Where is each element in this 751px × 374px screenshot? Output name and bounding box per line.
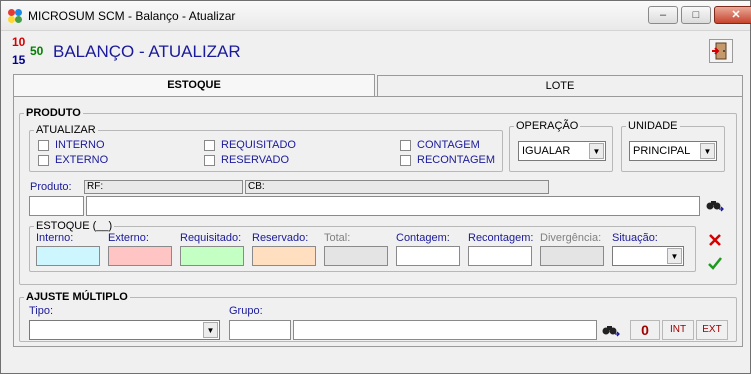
- unidade-select[interactable]: PRINCIPAL ▼: [629, 141, 717, 161]
- chevron-down-icon: ▼: [667, 248, 682, 264]
- checkbox-recontagem[interactable]: RECONTAGEM: [400, 154, 495, 166]
- tab-estoque[interactable]: ESTOQUE: [13, 74, 375, 97]
- app-logo: 10 50 15: [12, 35, 44, 67]
- rf-field: RF:: [84, 180, 243, 194]
- cancel-button[interactable]: [704, 230, 726, 250]
- search-grupo-button[interactable]: [600, 320, 622, 340]
- unidade-group: UNIDADE PRINCIPAL ▼: [621, 120, 725, 172]
- search-produto-button[interactable]: [704, 195, 726, 215]
- x-icon: [709, 234, 721, 246]
- checkbox-contagem[interactable]: CONTAGEM: [400, 139, 480, 151]
- checkbox-requisitado[interactable]: REQUISITADO: [204, 139, 296, 151]
- checkbox-reservado[interactable]: RESERVADO: [204, 154, 289, 166]
- chevron-down-icon: ▼: [203, 322, 218, 338]
- requisitado-label: Requisitado:: [180, 232, 242, 244]
- requisitado-value: [180, 246, 244, 266]
- window-title: MICROSUM SCM - Balanço - Atualizar: [28, 9, 236, 23]
- total-label: Total:: [324, 232, 351, 244]
- contagem-input[interactable]: [396, 246, 460, 266]
- operacao-select[interactable]: IGUALAR ▼: [518, 141, 606, 161]
- tab-panel-estoque: PRODUTO ATUALIZAR INTERNO EXTERNO REQUIS…: [13, 96, 743, 347]
- externo-label: Externo:: [108, 232, 149, 244]
- estoque-legend: ESTOQUE (__): [34, 220, 115, 232]
- atualizar-group: ATUALIZAR INTERNO EXTERNO REQUISITADO RE…: [29, 124, 503, 172]
- title-bar: MICROSUM SCM - Balanço - Atualizar – □ ✕: [1, 1, 751, 31]
- unidade-legend: UNIDADE: [626, 120, 680, 132]
- chevron-down-icon: ▼: [700, 143, 715, 159]
- atualizar-legend: ATUALIZAR: [34, 124, 98, 136]
- grupo-code-input[interactable]: [229, 320, 291, 340]
- binoculars-icon: [706, 201, 724, 212]
- operacao-group: OPERAÇÃO IGUALAR ▼: [509, 120, 613, 172]
- recontagem-input[interactable]: [468, 246, 532, 266]
- tipo-label: Tipo:: [29, 305, 54, 317]
- exit-door-icon: [712, 42, 727, 60]
- divergencia-label: Divergência:: [540, 232, 602, 244]
- total-value: [324, 246, 388, 266]
- ajuste-legend: AJUSTE MÚLTIPLO: [24, 291, 130, 303]
- recontagem-label: Recontagem:: [468, 232, 534, 244]
- tipo-select[interactable]: ▼: [29, 320, 220, 340]
- produto-label: Produto:: [30, 181, 72, 193]
- maximize-button[interactable]: □: [681, 6, 711, 24]
- produto-code-input[interactable]: [29, 196, 84, 216]
- check-icon: [708, 257, 722, 270]
- grupo-description-input[interactable]: [293, 320, 597, 340]
- ajuste-multiplo-group: AJUSTE MÚLTIPLO Tipo: Grupo: ▼ 0 INT EXT: [19, 291, 737, 342]
- estoque-group: ESTOQUE (__) Interno: Externo: Requisita…: [29, 220, 696, 272]
- interno-label: Interno:: [36, 232, 74, 244]
- divergencia-value: [540, 246, 604, 266]
- chevron-down-icon: ▼: [589, 143, 604, 159]
- grupo-label: Grupo:: [229, 305, 263, 317]
- tab-lote[interactable]: LOTE: [377, 75, 743, 97]
- cb-field: CB:: [245, 180, 549, 194]
- checkbox-interno[interactable]: INTERNO: [38, 139, 105, 151]
- binoculars-icon: [602, 326, 620, 337]
- page-title: BALANÇO - ATUALIZAR: [53, 42, 241, 61]
- produto-description-input[interactable]: [86, 196, 700, 216]
- tab-bar: ESTOQUE LOTE: [13, 74, 743, 97]
- contagem-label: Contagem:: [396, 232, 450, 244]
- externo-value: [108, 246, 172, 266]
- zero-button[interactable]: 0: [630, 320, 660, 340]
- int-button[interactable]: INT: [662, 320, 694, 340]
- operacao-legend: OPERAÇÃO: [514, 120, 581, 132]
- interno-value: [36, 246, 100, 266]
- situacao-select[interactable]: ▼: [612, 246, 684, 266]
- situacao-label: Situação:: [612, 232, 658, 244]
- confirm-button[interactable]: [704, 253, 726, 273]
- produto-group: PRODUTO ATUALIZAR INTERNO EXTERNO REQUIS…: [19, 107, 737, 285]
- app-window: MICROSUM SCM - Balanço - Atualizar – □ ✕…: [0, 0, 751, 374]
- close-button[interactable]: ✕: [714, 6, 751, 24]
- checkbox-externo[interactable]: EXTERNO: [38, 154, 108, 166]
- produto-legend: PRODUTO: [24, 107, 83, 119]
- app-icon: [8, 9, 22, 23]
- reservado-label: Reservado:: [252, 232, 309, 244]
- exit-button[interactable]: [709, 39, 733, 63]
- ext-button[interactable]: EXT: [696, 320, 728, 340]
- reservado-value: [252, 246, 316, 266]
- minimize-button[interactable]: –: [648, 6, 678, 24]
